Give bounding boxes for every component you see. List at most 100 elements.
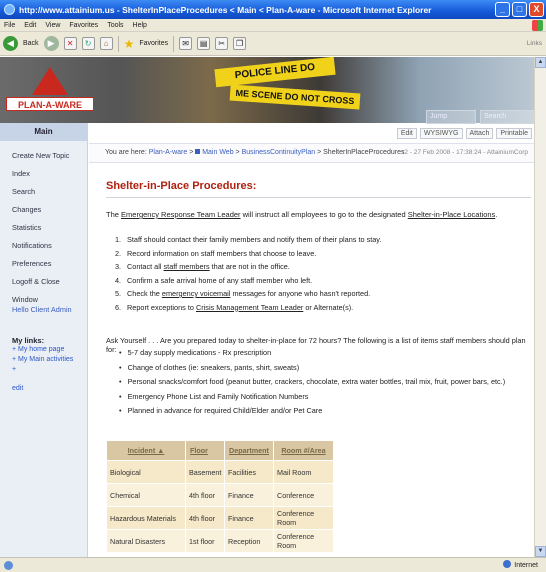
table-cell: 4th floor [186, 507, 224, 529]
toolbar-divider [173, 35, 175, 52]
table-row: Biological Basement Facilities Mail Room [107, 461, 333, 483]
attach-button[interactable]: Attach [465, 128, 494, 139]
refresh-icon[interactable]: ↻ [81, 37, 95, 50]
sidebar-item-preferences[interactable]: Preferences [0, 255, 87, 273]
search-input[interactable]: Search [480, 110, 534, 124]
sidebar-item-search[interactable]: Search [0, 183, 87, 201]
back-label[interactable]: Back [23, 40, 39, 47]
logo-text: PLAN-A-WARE [6, 97, 94, 111]
emergency-response-team-leader-link[interactable]: Emergency Response Team Leader [121, 210, 241, 219]
minimize-button[interactable]: _ [495, 2, 510, 17]
menu-favorites[interactable]: Favorites [69, 22, 98, 29]
step-text: that are not in the office. [211, 262, 290, 271]
vertical-scrollbar[interactable]: ▲ ▼ [534, 57, 546, 557]
column-header-room[interactable]: Room #/Area [274, 441, 333, 460]
table-cell: 4th floor [186, 484, 224, 506]
staff-members-link[interactable]: staff members [164, 262, 210, 271]
intro-paragraph: The Emergency Response Team Leader will … [106, 210, 526, 219]
window-titlebar: http://www.attainium.us - ShelterInPlace… [0, 0, 546, 19]
edit-links-link[interactable]: edit [0, 385, 87, 392]
edit-button[interactable]: Edit [396, 128, 417, 139]
shelter-in-place-locations-link[interactable]: Shelter-in-Place Locations [408, 210, 496, 219]
table-row: Hazardous Materials 4th floor Finance Co… [107, 507, 333, 529]
sidebar-item-statistics[interactable]: Statistics [0, 219, 87, 237]
plan-a-ware-logo[interactable]: PLAN-A-WARE [6, 67, 94, 115]
breadcrumb-main-web[interactable]: Main Web [202, 149, 233, 156]
logo-triangle-icon [32, 67, 68, 95]
security-zone: Internet [503, 560, 538, 569]
sidebar-item-create-new-topic[interactable]: Create New Topic [0, 147, 87, 165]
cut-icon[interactable]: ✂ [215, 37, 229, 50]
list-item: Change of clothes (ie: sneakers, pants, … [119, 363, 529, 378]
table-cell: Natural Disasters [107, 530, 185, 552]
forward-arrow-icon[interactable]: ▶ [43, 36, 59, 51]
table-cell: Conference [274, 484, 333, 506]
menu-view[interactable]: View [45, 22, 60, 29]
menu-help[interactable]: Help [133, 22, 147, 29]
list-item: 3. Contact all staff members that are not… [115, 262, 515, 276]
step-number: 6. [115, 302, 122, 312]
step-number: 5. [115, 289, 122, 298]
column-header-department[interactable]: Department [225, 441, 273, 460]
sidebar-item-notifications[interactable]: Notifications [0, 237, 87, 255]
maximize-button[interactable]: □ [512, 2, 527, 17]
menu-file[interactable]: File [4, 22, 15, 29]
window-controls: _ □ X [495, 2, 544, 17]
web-icon [195, 149, 201, 154]
my-home-page-link[interactable]: + My home page [0, 345, 87, 355]
breadcrumb-current: ShelterInPlaceProcedures [323, 149, 405, 156]
list-item: 6. Report exceptions to Crisis Management… [115, 303, 515, 317]
list-item: 1. Staff should contact their family memb… [115, 235, 515, 249]
hello-user-link[interactable]: Hello Client Admin [0, 305, 87, 314]
table-cell: Conference Room [274, 530, 333, 552]
table-cell: Basement [186, 461, 224, 483]
column-header-floor[interactable]: Floor [186, 441, 224, 460]
breadcrumb: You are here: Plan-A-ware > Main Web > B… [89, 143, 534, 163]
sidebar-heading: Main [0, 123, 87, 141]
menu-edit[interactable]: Edit [24, 22, 36, 29]
wysiwyg-button[interactable]: WYSIWYG [419, 128, 463, 139]
table-header-row: Incident ▲ Floor Department Room #/Area [107, 441, 333, 460]
crisis-management-team-leader-link[interactable]: Crisis Management Team Leader [196, 303, 303, 312]
jump-input[interactable]: Jump [426, 110, 476, 124]
step-text: Record information on staff members that… [127, 248, 317, 258]
print-icon[interactable]: ▤ [197, 37, 211, 50]
breadcrumb-plan-a-ware[interactable]: Plan-A-ware [149, 149, 188, 156]
copy-icon[interactable]: ❐ [233, 37, 247, 50]
table-cell: Facilities [225, 461, 273, 483]
printable-button[interactable]: Printable [496, 128, 532, 139]
table-cell: Mail Room [274, 461, 333, 483]
scroll-down-icon[interactable]: ▼ [535, 546, 546, 557]
home-icon[interactable]: ⌂ [99, 37, 113, 50]
list-item: Personal snacks/comfort food (peanut but… [119, 377, 529, 392]
scroll-up-icon[interactable]: ▲ [535, 57, 546, 68]
sidebar-item-logoff[interactable]: Logoff & Close Window [0, 273, 87, 304]
table-cell: 1st floor [186, 530, 224, 552]
sidebar-item-index[interactable]: Index [0, 165, 87, 183]
close-button[interactable]: X [529, 2, 544, 17]
breadcrumb-business-continuity-plan[interactable]: BusinessContinuityPlan [242, 149, 316, 156]
mail-icon[interactable]: ✉ [179, 37, 193, 50]
add-link[interactable]: + [0, 365, 87, 375]
stop-icon[interactable]: ✕ [63, 37, 77, 50]
my-main-activities-link[interactable]: + My Main activities [0, 355, 87, 365]
left-sidebar: Main Create New Topic Index Search Chang… [0, 123, 88, 557]
emergency-voicemail-link[interactable]: emergency voicemail [162, 289, 231, 298]
step-text: Report exceptions to [127, 302, 194, 312]
ie-logo-icon [4, 4, 15, 15]
window-title: http://www.attainium.us - ShelterInPlace… [19, 4, 432, 15]
shelter-locations-table: Incident ▲ Floor Department Room #/Area … [106, 440, 334, 553]
menu-tools[interactable]: Tools [107, 22, 123, 29]
sidebar-item-changes[interactable]: Changes [0, 201, 87, 219]
page-status-icon [4, 561, 13, 570]
windows-logo-icon [532, 20, 543, 31]
favorites-star-icon[interactable]: ★ [124, 37, 135, 51]
favorites-label[interactable]: Favorites [139, 40, 168, 47]
intro-text: . [495, 210, 498, 219]
back-arrow-icon[interactable]: ◀ [3, 36, 18, 51]
column-header-incident[interactable]: Incident ▲ [107, 441, 185, 460]
step-number: 3. [115, 262, 122, 271]
step-text: or Alternate(s). [305, 302, 354, 312]
links-label[interactable]: Links [527, 40, 542, 47]
table-cell: Conference Room [274, 507, 333, 529]
